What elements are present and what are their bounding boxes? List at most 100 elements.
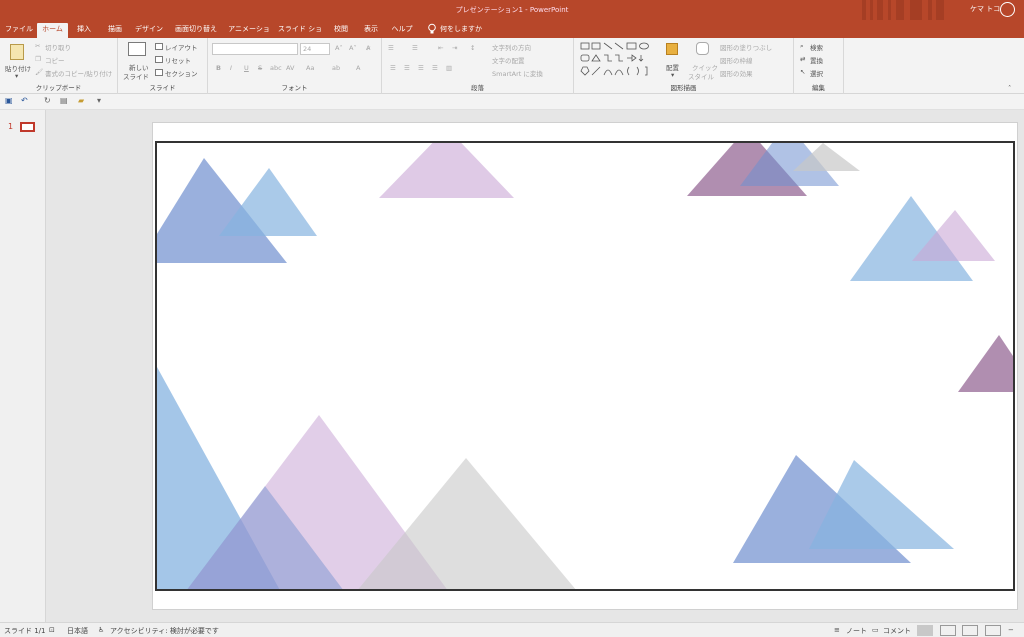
accessibility-status[interactable]: アクセシビリティ: 検討が必要です xyxy=(110,626,219,636)
tab-draw[interactable]: 描画 xyxy=(101,23,129,38)
status-bar: スライド 1/1 ⊡ 日本語 ♿ アクセシビリティ: 検討が必要です ≡ ノート… xyxy=(0,622,1024,637)
drawing-label: 図形描画 xyxy=(670,84,697,92)
font-name-input[interactable] xyxy=(212,43,298,55)
start-from-beginning-icon[interactable]: ▤ xyxy=(60,96,68,105)
brush-icon: 🖌 xyxy=(35,68,44,76)
collapse-ribbon-icon[interactable]: ˄ xyxy=(1008,84,1011,92)
new-slide-button-line2[interactable]: スライド xyxy=(123,71,149,81)
paragraph-group: ☰ ☰ ⇤ ⇥ ↕ ☰ ☰ ☰ ☰ ▥ 文字列の方向 文字の配置 SmartAr… xyxy=(382,38,574,94)
bullets-icon[interactable]: ☰ xyxy=(388,44,394,52)
slide-indicator: スライド 1/1 xyxy=(4,627,46,635)
select-button[interactable]: 選択 xyxy=(810,68,823,78)
language-indicator[interactable]: 日本語 xyxy=(67,626,88,636)
chevron-down-icon[interactable]: ▾ xyxy=(15,72,18,80)
comments-button[interactable]: コメント xyxy=(883,626,911,636)
shape-effects-button[interactable]: 図形の効果 xyxy=(720,68,753,78)
notes-icon: ≡ xyxy=(834,626,840,634)
normal-view-button[interactable] xyxy=(917,625,933,636)
highlight-icon[interactable]: ab xyxy=(332,64,340,72)
cut-button[interactable]: 切り取り xyxy=(45,42,71,52)
tab-help[interactable]: ヘルプ xyxy=(390,23,414,38)
spacing-icon[interactable]: AV xyxy=(286,64,294,72)
quick-styles-line2[interactable]: スタイル xyxy=(688,71,714,81)
find-button[interactable]: 検索 xyxy=(810,42,823,52)
avatar[interactable] xyxy=(1000,2,1015,17)
copy-button[interactable]: コピー xyxy=(45,55,65,65)
section-icon xyxy=(155,69,163,76)
font-color-icon[interactable]: A xyxy=(356,64,360,72)
shadow-icon[interactable]: abc xyxy=(270,64,282,72)
scissors-icon: ✂ xyxy=(35,42,41,50)
columns-icon[interactable]: ▥ xyxy=(446,64,452,72)
strike-icon[interactable]: S xyxy=(258,64,262,72)
underline-icon[interactable]: U xyxy=(244,64,249,72)
comment-icon: ▭ xyxy=(872,626,879,634)
slideshow-view-button[interactable] xyxy=(985,625,1001,636)
tab-transitions[interactable]: 画面切り替え xyxy=(170,23,222,38)
format-painter-button[interactable]: 書式のコピー/貼り付け xyxy=(45,68,112,78)
lightbulb-icon xyxy=(426,23,438,38)
tab-home[interactable]: ホーム xyxy=(37,23,68,38)
replace-button[interactable]: 置換 xyxy=(810,55,823,65)
reading-view-button[interactable] xyxy=(962,625,978,636)
tab-design[interactable]: デザイン xyxy=(132,23,166,38)
section-button[interactable]: セクション xyxy=(165,68,198,78)
tab-slideshow[interactable]: スライド ショー xyxy=(277,23,323,45)
zoom-out-icon[interactable]: − xyxy=(1008,626,1014,634)
shape-gallery[interactable] xyxy=(579,41,655,77)
customize-qat-icon[interactable]: ▾ xyxy=(97,96,101,105)
paste-icon xyxy=(10,44,24,60)
open-icon[interactable]: ▰ xyxy=(78,96,84,105)
layout-icon xyxy=(155,43,163,50)
tab-view[interactable]: 表示 xyxy=(360,23,382,38)
italic-icon[interactable]: I xyxy=(230,64,232,72)
spellcheck-icon[interactable]: ⊡ xyxy=(49,626,55,634)
redo-icon[interactable]: ↻ xyxy=(44,96,51,105)
reset-icon xyxy=(155,56,163,63)
indent-more-icon[interactable]: ⇥ xyxy=(452,44,457,52)
layout-button[interactable]: レイアウト xyxy=(165,42,198,52)
clear-format-icon[interactable]: A̷ xyxy=(366,44,370,52)
indent-less-icon[interactable]: ⇤ xyxy=(438,44,443,52)
shape-fill-button[interactable]: 図形の塗りつぶし xyxy=(720,42,772,52)
grow-font-icon[interactable]: A˄ xyxy=(335,44,343,52)
undo-icon[interactable]: ↶ xyxy=(21,96,28,105)
drawing-group: 配置 ▾ クイック スタイル 図形の塗りつぶし 図形の枠線 図形の効果 図形描画 xyxy=(574,38,794,94)
quick-access-toolbar: ▣ ↶ ↻ ▤ ▰ ▾ xyxy=(0,94,1024,110)
bold-icon[interactable]: B xyxy=(216,64,221,72)
case-icon[interactable]: Aa xyxy=(306,64,314,72)
save-icon[interactable]: ▣ xyxy=(5,96,13,105)
font-group: 24 A˄ A˅ A̷ B I U S abc AV Aa ab A フォント xyxy=(208,38,382,94)
align-right-icon[interactable]: ☰ xyxy=(418,64,424,72)
user-name[interactable]: ケマ トコ xyxy=(970,4,1000,14)
align-text-button[interactable]: 文字の配置 xyxy=(492,55,525,65)
arrange-icon xyxy=(666,43,678,55)
slides-label: スライド xyxy=(149,84,176,92)
chevron-down-icon[interactable]: ▾ xyxy=(671,71,674,79)
window-title: プレゼンテーション1 - PowerPoint xyxy=(455,6,569,14)
line-spacing-icon[interactable]: ↕ xyxy=(470,44,475,52)
numbering-icon[interactable]: ☰ xyxy=(412,44,418,52)
text-direction-button[interactable]: 文字列の方向 xyxy=(492,42,531,52)
tab-file[interactable]: ファイル xyxy=(2,23,36,38)
slide[interactable] xyxy=(155,141,1015,591)
align-center-icon[interactable]: ☰ xyxy=(404,64,410,72)
tell-me-search[interactable]: 何をしますか xyxy=(440,23,490,38)
tab-insert[interactable]: 挿入 xyxy=(70,23,98,38)
align-left-icon[interactable]: ☰ xyxy=(390,64,396,72)
smartart-button[interactable]: SmartArt に変換 xyxy=(492,68,543,78)
reset-button[interactable]: リセット xyxy=(165,55,191,65)
shape-outline-button[interactable]: 図形の枠線 xyxy=(720,55,753,65)
triangle-shape[interactable] xyxy=(379,143,514,198)
font-size-value: 24 xyxy=(303,45,312,53)
tab-review[interactable]: 校閲 xyxy=(330,23,352,38)
justify-icon[interactable]: ☰ xyxy=(432,64,438,72)
slide-sorter-button[interactable] xyxy=(940,625,956,636)
slide-thumbnail[interactable] xyxy=(20,122,35,132)
tab-animations[interactable]: アニメーション xyxy=(225,23,273,45)
shrink-font-icon[interactable]: A˅ xyxy=(349,44,357,52)
notes-button[interactable]: ノート xyxy=(846,626,867,636)
triangle-shape[interactable] xyxy=(958,335,1015,392)
title-bar: プレゼンテーション1 - PowerPoint ケマ トコ xyxy=(0,0,1024,20)
new-slide-icon xyxy=(128,42,146,56)
